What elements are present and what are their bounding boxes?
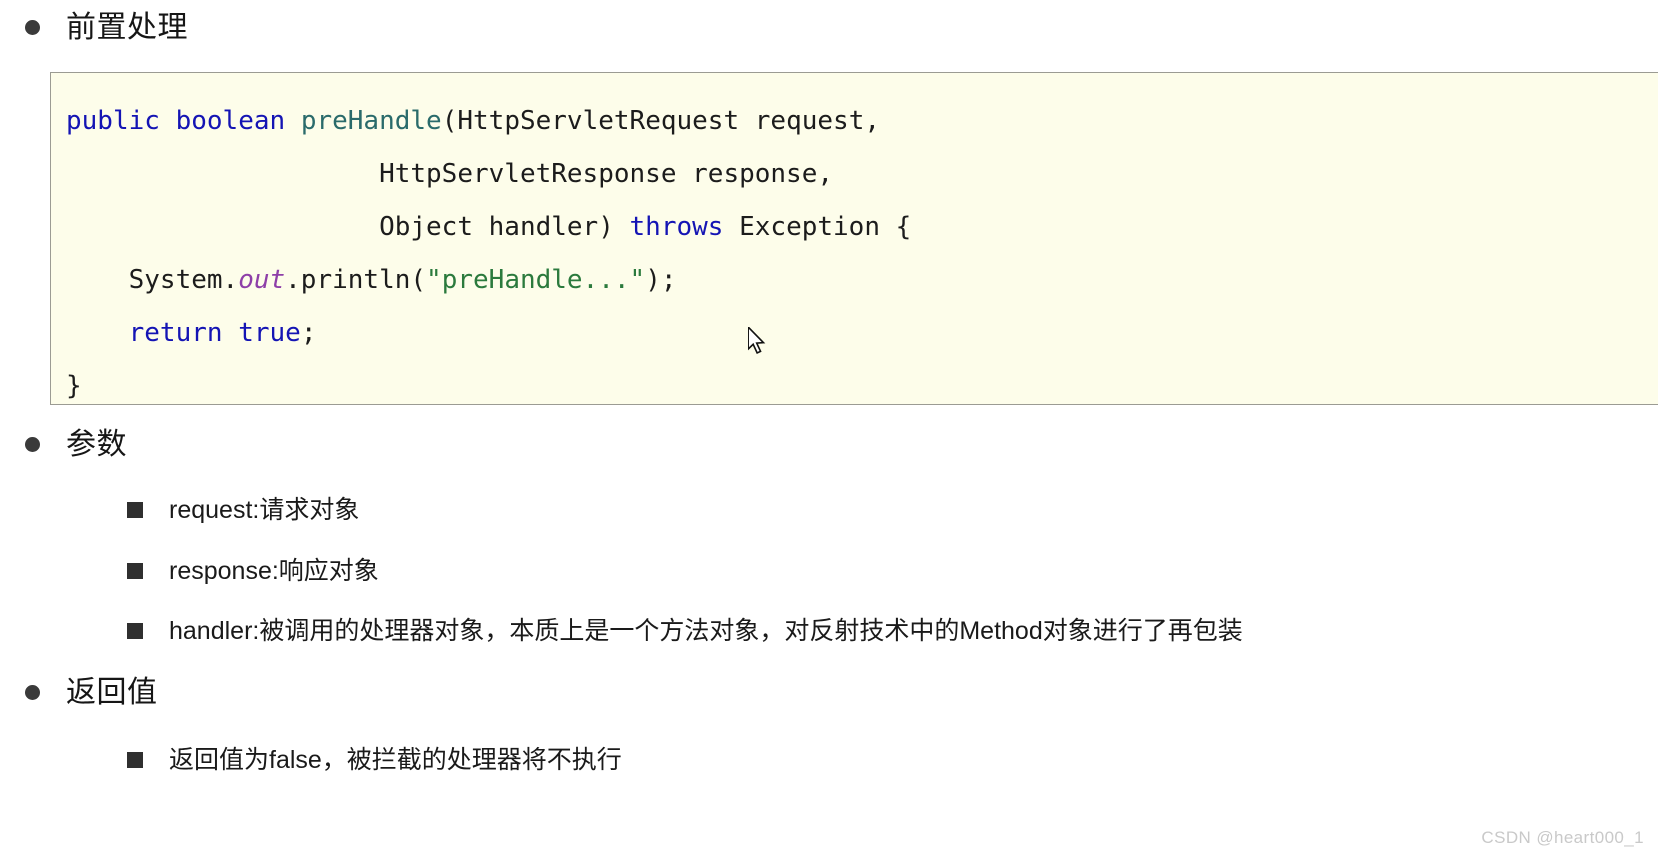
code-line-1: public boolean preHandle(HttpServletRequ… <box>66 106 880 136</box>
token-system: System. <box>66 265 239 295</box>
square-bullet-icon <box>127 752 143 768</box>
code-block: public boolean preHandle(HttpServletRequ… <box>50 72 1658 405</box>
disc-bullet-icon <box>25 437 40 452</box>
list-item-return-false: 返回值为false，被拦截的处理器将不执行 <box>0 742 1658 778</box>
token-indent-5 <box>66 318 129 348</box>
token-keyword-boolean: boolean <box>175 106 286 136</box>
code-line-2: HttpServletResponse response, <box>66 159 834 189</box>
token-function-prehandle: preHandle <box>300 106 442 136</box>
section-parameters: 参数 <box>0 425 1658 465</box>
section-pre-handle: 前置处理 <box>0 8 1658 48</box>
heading-parameters: 参数 <box>66 428 127 461</box>
token-keyword-public: public <box>66 106 160 136</box>
return-false-text: 返回值为false，被拦截的处理器将不执行 <box>169 746 622 774</box>
parameter-handler-text: handler:被调用的处理器对象，本质上是一个方法对象，对反射技术中的Meth… <box>169 617 1243 645</box>
code-line-5: return true; <box>66 318 317 348</box>
section-return-value: 返回值 <box>0 673 1658 713</box>
list-item-parameter-handler: handler:被调用的处理器对象，本质上是一个方法对象，对反射技术中的Meth… <box>0 613 1658 649</box>
list-item-parameter-request: request:请求对象 <box>0 492 1658 528</box>
code-content: public boolean preHandle(HttpServletRequ… <box>51 73 1658 404</box>
token-params-1: (HttpServletRequest request, <box>441 106 880 136</box>
code-line-6: } <box>66 371 82 401</box>
token-keyword-true: true <box>238 318 301 348</box>
list-item-parameter-response: response:响应对象 <box>0 553 1658 589</box>
watermark-csdn: CSDN @heart000_1 <box>1481 828 1644 847</box>
parameter-request-text: request:请求对象 <box>169 496 360 524</box>
disc-bullet-icon <box>25 685 40 700</box>
token-space-2 <box>285 106 301 136</box>
token-close-paren: ); <box>645 265 677 295</box>
token-space-1 <box>160 106 176 136</box>
token-semicolon-5: ; <box>300 318 317 348</box>
disc-bullet-icon <box>25 20 40 35</box>
token-space-5 <box>223 318 239 348</box>
token-params-3: Object handler) <box>66 212 630 242</box>
code-line-4: System.out.println("preHandle..."); <box>66 265 677 295</box>
parameter-response-text: response:响应对象 <box>169 557 379 585</box>
square-bullet-icon <box>127 563 143 579</box>
token-keyword-throws: throws <box>629 212 724 242</box>
token-field-out: out <box>238 265 286 295</box>
square-bullet-icon <box>127 502 143 518</box>
token-keyword-return: return <box>128 318 223 348</box>
token-exception: Exception { <box>723 212 912 242</box>
square-bullet-icon <box>127 623 143 639</box>
code-line-3: Object handler) throws Exception { <box>66 212 911 242</box>
token-println: .println( <box>285 265 427 295</box>
token-string-prehandle: "preHandle..." <box>426 265 646 295</box>
heading-pre-handle: 前置处理 <box>66 11 188 44</box>
heading-return-value: 返回值 <box>66 676 158 709</box>
